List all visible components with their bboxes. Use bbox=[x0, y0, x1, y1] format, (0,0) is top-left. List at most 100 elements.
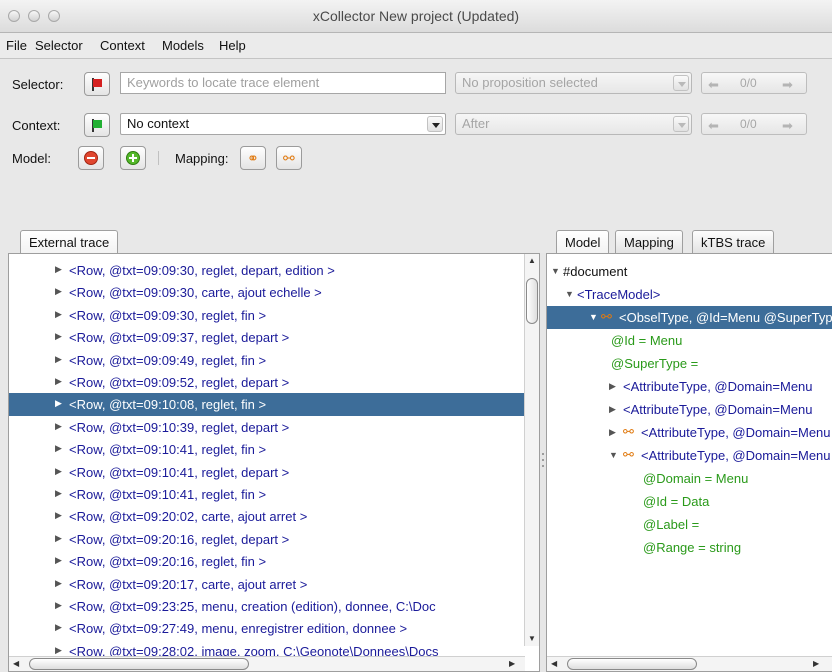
expand-triangle-icon[interactable]: ▶ bbox=[55, 622, 62, 633]
trace-row[interactable]: ▶ <Row, @txt=09:09:30, reglet, depart, ed… bbox=[9, 259, 524, 282]
tree-node-attributetype[interactable]: ▶ <AttributeType, @Domain=Menu bbox=[547, 375, 832, 398]
expand-triangle-icon[interactable]: ▶ bbox=[55, 309, 62, 320]
expand-triangle-icon[interactable]: ▶ bbox=[609, 404, 616, 415]
expand-triangle-icon[interactable]: ▶ bbox=[55, 510, 62, 521]
trace-row[interactable]: ▶ <Row, @txt=09:10:41, reglet, depart > bbox=[9, 461, 524, 484]
splitter-grip bbox=[542, 465, 544, 467]
tree-node-obseltype[interactable]: ▼ ⚯ <ObselType, @Id=Menu @SuperType bbox=[547, 306, 832, 329]
context-flag-button[interactable] bbox=[84, 113, 110, 137]
expand-triangle-icon[interactable]: ▶ bbox=[55, 398, 62, 409]
expand-triangle-icon[interactable]: ▼ bbox=[609, 450, 618, 460]
trace-row[interactable]: ▶ <Row, @txt=09:09:49, reglet, fin > bbox=[9, 349, 524, 372]
trace-vertical-scroll-thumb[interactable] bbox=[526, 278, 538, 324]
scroll-right-arrow-icon[interactable]: ▶ bbox=[813, 659, 819, 668]
expand-triangle-icon[interactable]: ▶ bbox=[55, 578, 62, 589]
trace-row[interactable]: ▶ <Row, @txt=09:10:41, reglet, fin > bbox=[9, 438, 524, 461]
mapping-split-button[interactable]: ⚭ bbox=[240, 146, 266, 170]
expand-triangle-icon[interactable]: ▶ bbox=[55, 286, 62, 297]
expand-triangle-icon[interactable]: ▶ bbox=[55, 421, 62, 432]
chevron-down-icon bbox=[427, 116, 443, 132]
expand-triangle-icon[interactable]: ▶ bbox=[609, 427, 616, 438]
expand-triangle-icon[interactable]: ▼ bbox=[589, 312, 598, 322]
scroll-left-arrow-icon[interactable]: ◀ bbox=[13, 659, 19, 668]
trace-row[interactable]: ▶ <Row, @txt=09:27:49, menu, enregistrer … bbox=[9, 617, 524, 640]
tree-node-attr-label[interactable]: @Label = bbox=[547, 513, 832, 536]
tree-node-label: #document bbox=[563, 264, 628, 279]
model-horizontal-scrollbar[interactable]: ◀ ▶ bbox=[547, 656, 832, 671]
expand-triangle-icon[interactable]: ▶ bbox=[55, 600, 62, 611]
tree-node-attr-id[interactable]: @Id = Menu bbox=[547, 329, 832, 352]
trace-row-label: <Row, @txt=09:10:41, reglet, fin > bbox=[69, 487, 267, 502]
selector-proposition-select[interactable]: No proposition selected bbox=[455, 72, 692, 94]
expand-triangle-icon[interactable]: ▶ bbox=[55, 331, 62, 342]
tree-node-tracemodel[interactable]: ▼ <TraceModel> bbox=[547, 283, 832, 306]
trace-row[interactable]: ▶ <Row, @txt=09:09:30, carte, ajout echel… bbox=[9, 281, 524, 304]
expand-triangle-icon[interactable]: ▶ bbox=[55, 443, 62, 454]
tree-node-document[interactable]: ▼ #document bbox=[547, 260, 832, 283]
tree-node-attr-supertype[interactable]: @SuperType = bbox=[547, 352, 832, 375]
tree-node-attributetype[interactable]: ▼ ⚯ <AttributeType, @Domain=Menu bbox=[547, 444, 832, 467]
expand-triangle-icon[interactable]: ▼ bbox=[565, 289, 574, 299]
tree-node-attr-domain[interactable]: @Domain = Menu bbox=[547, 467, 832, 490]
expand-triangle-icon[interactable]: ▶ bbox=[55, 264, 62, 275]
trace-row[interactable]: ▶ <Row, @txt=09:23:25, menu, creation (ed… bbox=[9, 595, 524, 618]
scroll-down-arrow-icon[interactable]: ▼ bbox=[528, 634, 536, 643]
tree-node-attr-id[interactable]: @Id = Data bbox=[547, 490, 832, 513]
mapping-split-icon: ⚭ bbox=[247, 150, 259, 166]
mapping-link-button[interactable]: ⚯ bbox=[276, 146, 302, 170]
scroll-up-arrow-icon[interactable]: ▲ bbox=[528, 256, 536, 265]
expand-triangle-icon[interactable]: ▶ bbox=[609, 381, 616, 392]
expand-triangle-icon[interactable]: ▶ bbox=[55, 488, 62, 499]
scroll-left-arrow-icon[interactable]: ◀ bbox=[551, 659, 557, 668]
trace-row[interactable]: ▶ <Row, @txt=09:09:52, reglet, depart > bbox=[9, 371, 524, 394]
menu-file[interactable]: File bbox=[6, 38, 27, 53]
selector-prev-button[interactable]: ⬅ bbox=[708, 77, 719, 93]
trace-horizontal-scrollbar[interactable]: ◀ ▶ bbox=[9, 656, 525, 671]
selector-label: Selector: bbox=[12, 77, 64, 92]
tab-external-trace[interactable]: External trace bbox=[20, 230, 119, 253]
trace-row[interactable]: ▶ <Row, @txt=09:20:16, reglet, depart > bbox=[9, 528, 524, 551]
tree-node-label: @Id = Data bbox=[643, 494, 710, 509]
trace-row-label: <Row, @txt=09:20:16, reglet, fin > bbox=[69, 554, 267, 570]
trace-row[interactable]: ▶ <Row, @txt=09:10:41, reglet, fin > bbox=[9, 483, 524, 506]
remove-model-button[interactable] bbox=[78, 146, 104, 170]
trace-row[interactable]: ▶ <Row, @txt=09:09:30, reglet, fin > bbox=[9, 304, 524, 327]
trace-row[interactable]: ▶ <Row, @txt=09:20:02, carte, ajout arret… bbox=[9, 505, 524, 528]
menu-help[interactable]: Help bbox=[219, 38, 246, 53]
expand-triangle-icon[interactable]: ▶ bbox=[55, 533, 62, 544]
trace-row[interactable]: ▶ <Row, @txt=09:10:39, reglet, depart > bbox=[9, 416, 524, 439]
trace-row[interactable]: ▶ <Row, @txt=09:20:17, carte, ajout arret… bbox=[9, 573, 524, 596]
selector-next-button[interactable]: ➡ bbox=[782, 77, 793, 93]
context-next-button[interactable]: ➡ bbox=[782, 118, 793, 134]
tab-ktbs-trace[interactable]: kTBS trace bbox=[692, 230, 775, 253]
selector-count: 0/0 bbox=[740, 76, 757, 90]
menu-selector[interactable]: Selector bbox=[35, 38, 83, 53]
add-model-button[interactable] bbox=[120, 146, 146, 170]
menu-context[interactable]: Context bbox=[100, 38, 145, 53]
expand-triangle-icon[interactable]: ▶ bbox=[55, 466, 62, 477]
trace-vertical-scrollbar[interactable]: ▲ ▼ bbox=[524, 254, 539, 646]
expand-triangle-icon[interactable]: ▶ bbox=[55, 645, 62, 656]
tree-node-label: <AttributeType, @Domain=Menu bbox=[641, 425, 831, 440]
context-position-select[interactable]: After bbox=[455, 113, 692, 135]
context-select[interactable]: No context bbox=[120, 113, 446, 135]
menu-models[interactable]: Models bbox=[162, 38, 204, 53]
context-prev-button[interactable]: ⬅ bbox=[708, 118, 719, 134]
trace-row[interactable]: ▶ <Row, @txt=09:09:37, reglet, depart > bbox=[9, 326, 524, 349]
expand-triangle-icon[interactable]: ▶ bbox=[55, 376, 62, 387]
trace-row[interactable]: ▶ <Row, @txt=09:20:16, reglet, fin > bbox=[9, 550, 524, 573]
tree-node-attributetype[interactable]: ▶ ⚯ <AttributeType, @Domain=Menu bbox=[547, 421, 832, 444]
trace-horizontal-scroll-thumb[interactable] bbox=[29, 658, 249, 670]
model-horizontal-scroll-thumb[interactable] bbox=[567, 658, 697, 670]
tab-model[interactable]: Model bbox=[556, 230, 610, 253]
trace-row[interactable]: ▶ <Row, @txt=09:10:08, reglet, fin > bbox=[9, 393, 524, 417]
selector-search-input[interactable]: Keywords to locate trace element bbox=[120, 72, 446, 94]
expand-triangle-icon[interactable]: ▶ bbox=[55, 354, 62, 365]
tab-mapping[interactable]: Mapping bbox=[615, 230, 683, 253]
selector-flag-button[interactable] bbox=[84, 72, 110, 96]
tree-node-attr-range[interactable]: @Range = string bbox=[547, 536, 832, 559]
tree-node-attributetype[interactable]: ▶ <AttributeType, @Domain=Menu bbox=[547, 398, 832, 421]
expand-triangle-icon[interactable]: ▼ bbox=[551, 266, 560, 276]
expand-triangle-icon[interactable]: ▶ bbox=[55, 555, 62, 566]
scroll-right-arrow-icon[interactable]: ▶ bbox=[509, 659, 515, 668]
